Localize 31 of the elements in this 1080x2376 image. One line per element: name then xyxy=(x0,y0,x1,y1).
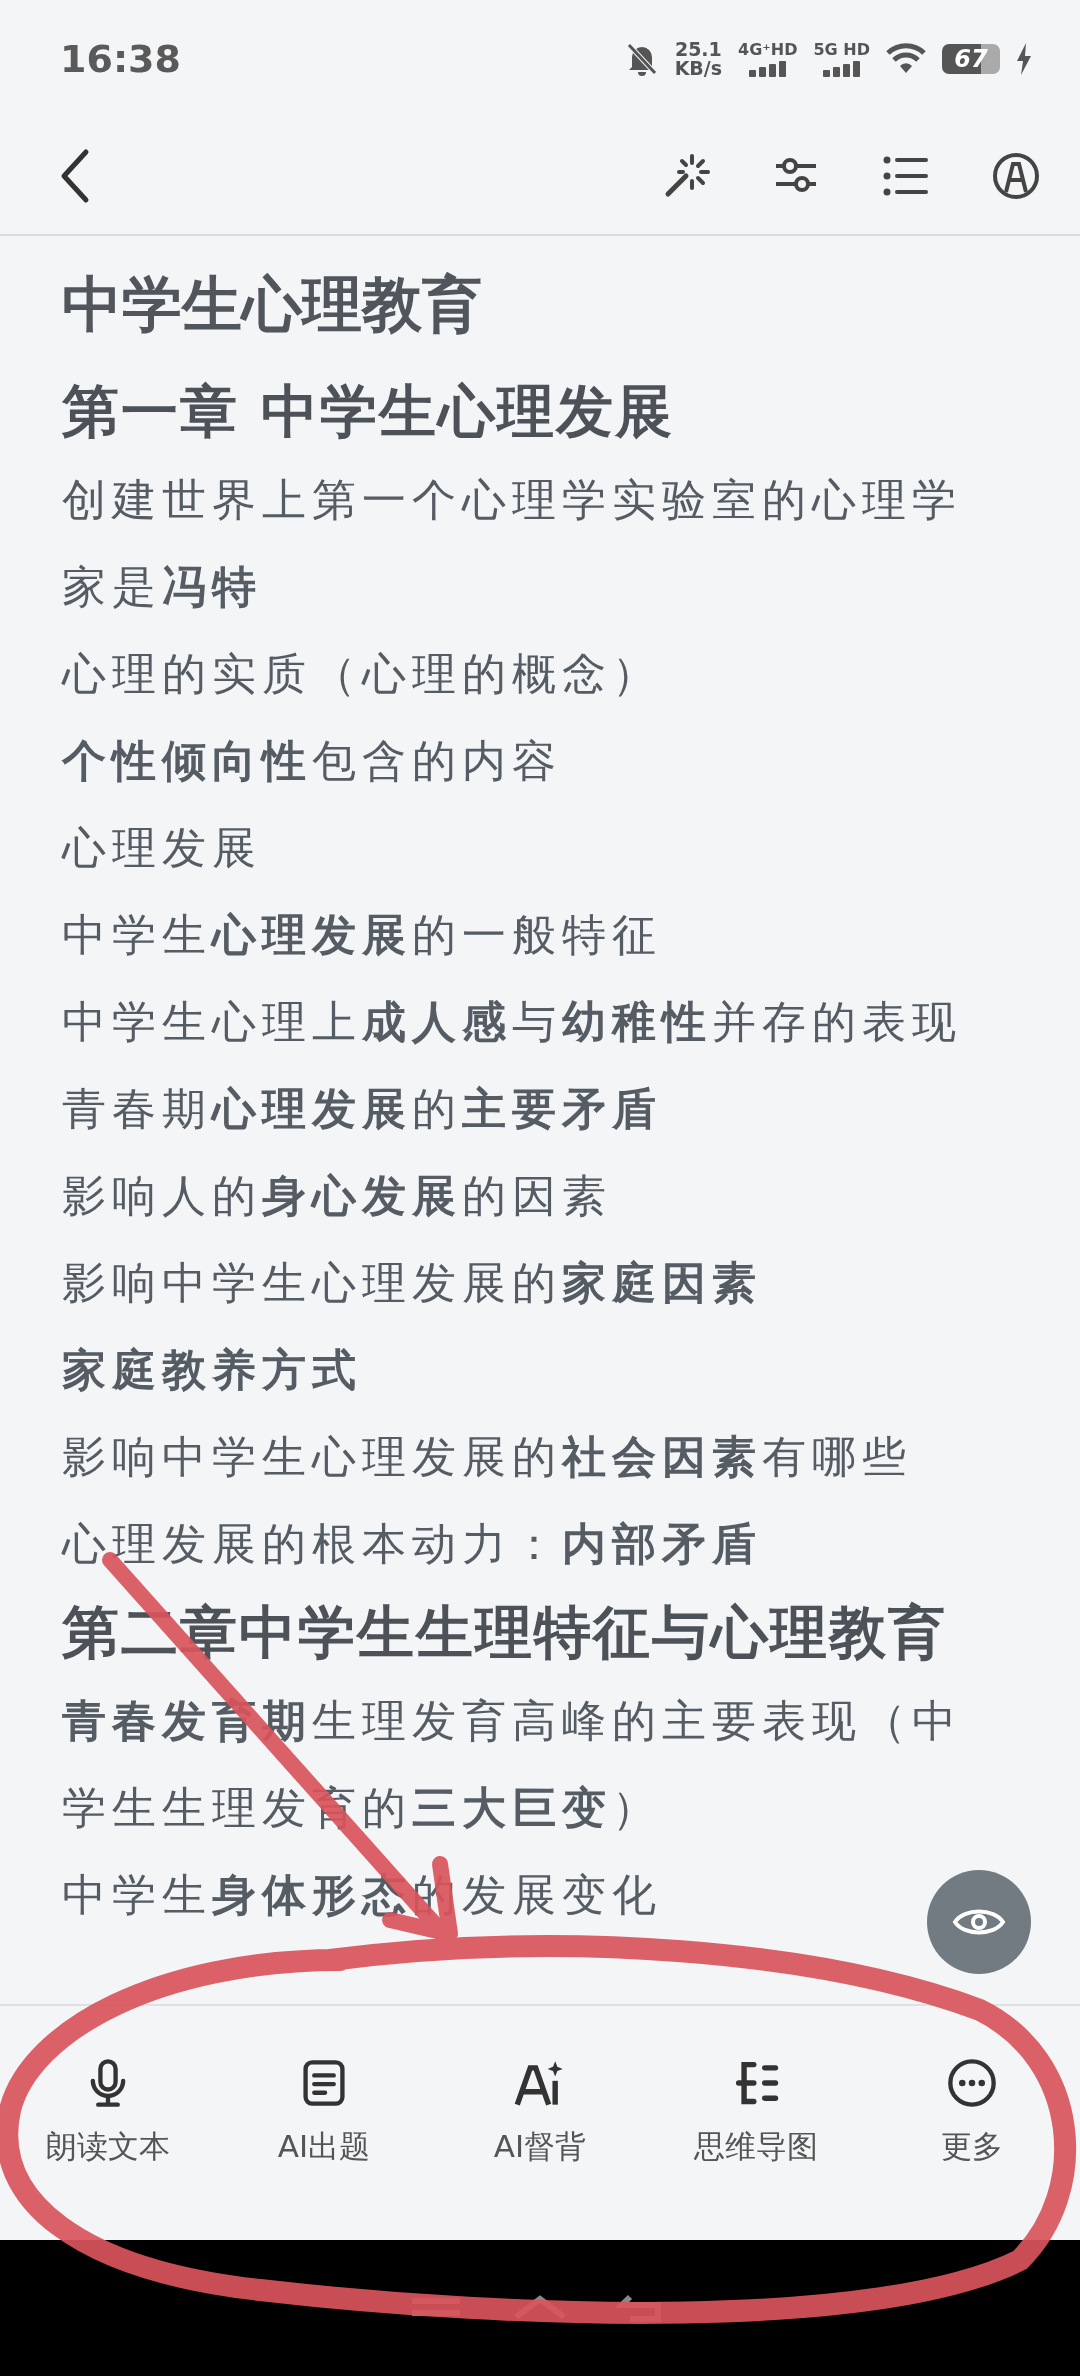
signal-icon xyxy=(748,60,787,77)
wifi-icon xyxy=(886,43,926,75)
back-button[interactable] xyxy=(60,148,90,204)
note-line: 中学生心理发展的一般特征 xyxy=(62,908,662,962)
note-line: 影响中学生心理发展的社会因素有哪些 xyxy=(62,1430,912,1484)
note-line: 影响人的身心发展的因素 xyxy=(62,1169,612,1223)
network-type: 4G⁺HD xyxy=(738,41,798,58)
note-line: 心理发展 xyxy=(62,821,262,875)
note-line: 创建世界上第一个心理学实验室的心理学家是冯特 xyxy=(62,473,963,614)
toolbar-button[interactable]: 更多 xyxy=(864,2055,1080,2171)
toolbar-button[interactable]: AI出题 xyxy=(216,2055,432,2171)
note-line: 心理的实质（心理的概念） xyxy=(62,647,662,701)
note-line: 青春期心理发展的主要矛盾 xyxy=(62,1082,662,1136)
note-line: 中学生心理上成人感与幼稚性并存的表现 xyxy=(62,995,962,1049)
network-speed: 25.1 xyxy=(674,40,722,59)
note-line: 影响中学生心理发展的家庭因素 xyxy=(62,1256,762,1310)
document-title: 中学生心理教育 xyxy=(62,268,483,341)
battery-level: 67 xyxy=(954,47,988,71)
toolbar-button[interactable]: 思维导图 xyxy=(648,2055,864,2171)
more-icon xyxy=(946,2056,998,2109)
note-line: 个性倾向性包含的内容 xyxy=(62,734,562,788)
signal-icon xyxy=(822,60,861,77)
toolbar-button[interactable]: 朗读文本 xyxy=(0,2055,216,2171)
chapter-heading: 第一章 中学生心理发展 xyxy=(62,377,675,446)
toolbar-button[interactable]: AI督背 xyxy=(432,2055,648,2171)
clock-time: 16:38 xyxy=(60,35,181,83)
note-line: 心理发展的根本动力：内部矛盾 xyxy=(62,1517,762,1571)
pen-circle-icon[interactable] xyxy=(992,152,1040,200)
network-type: 5G HD xyxy=(813,41,870,58)
note-line: 家庭教养方式 xyxy=(62,1343,362,1397)
speed-unit: KB/s xyxy=(674,59,723,78)
